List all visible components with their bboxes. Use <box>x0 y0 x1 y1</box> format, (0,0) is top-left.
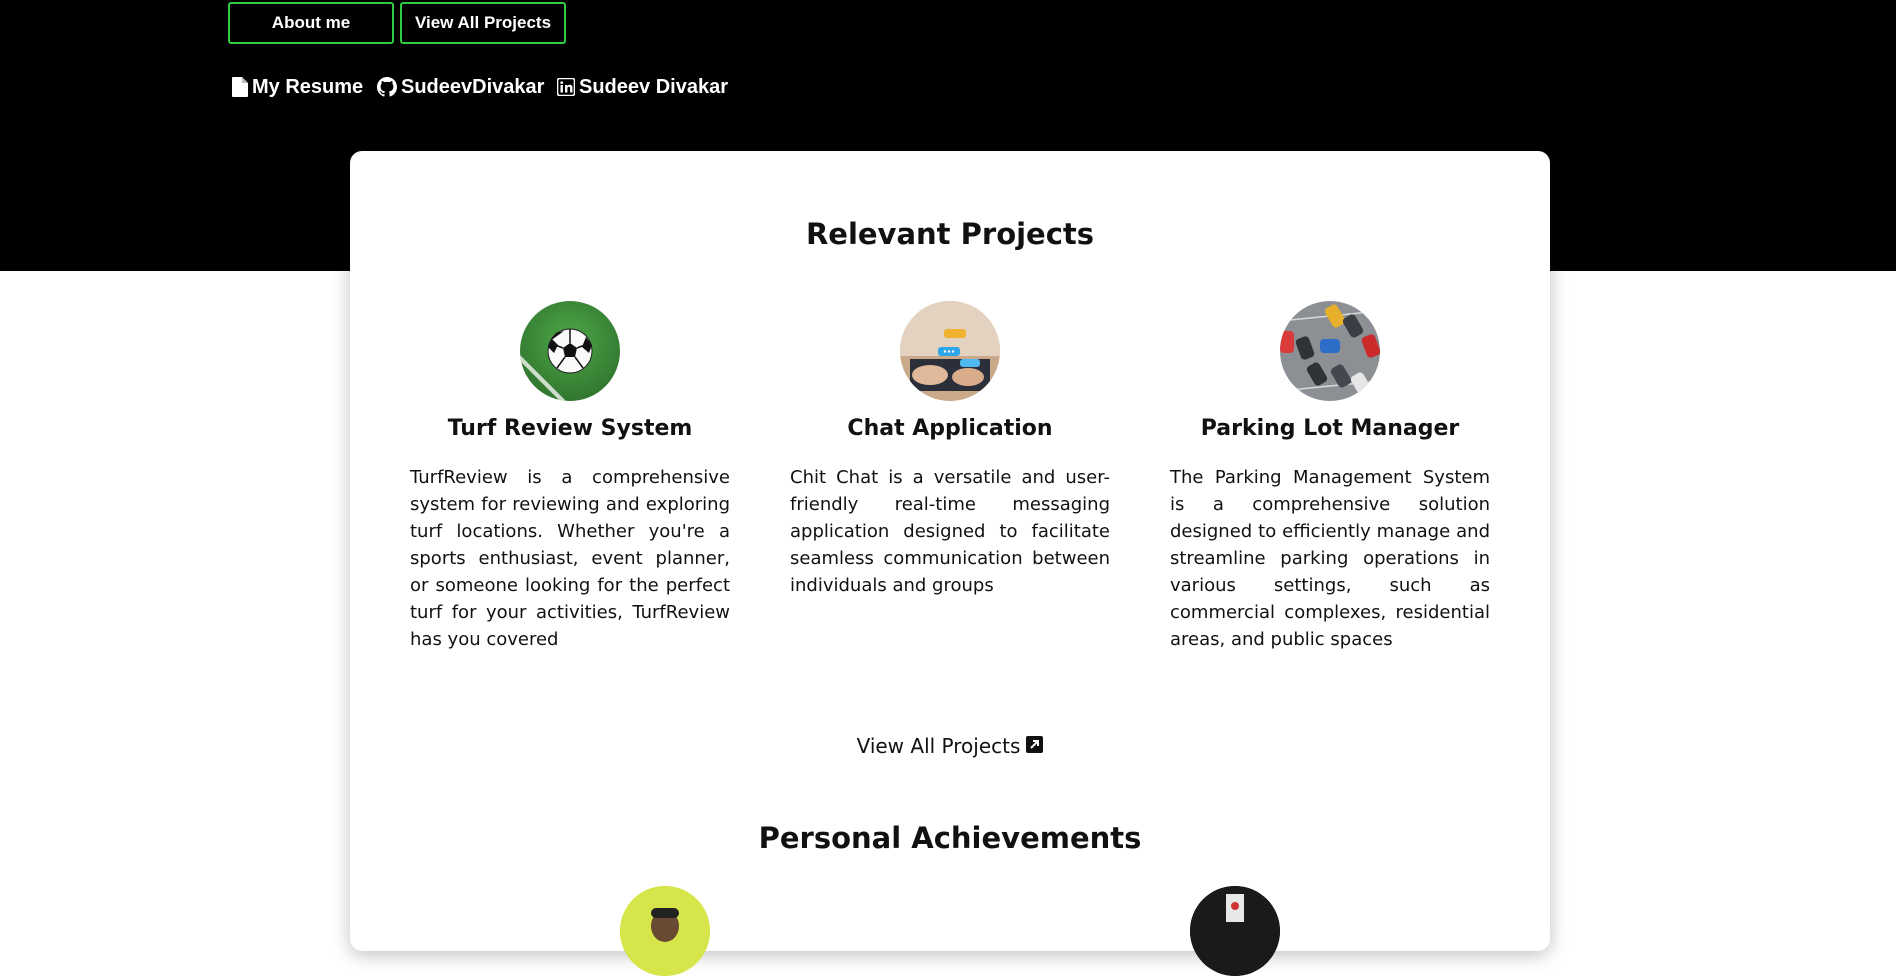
relevant-projects-title: Relevant Projects <box>805 217 1095 251</box>
linkedin-link[interactable]: Sudeev Divakar <box>557 74 728 100</box>
project-title: Chat Application <box>847 416 1053 441</box>
soccer-ball-icon <box>520 301 620 401</box>
project-description: The Parking Management System is a compr… <box>1170 467 1490 650</box>
achievement-image <box>620 886 710 976</box>
personal-achievements-title: Personal Achievements <box>758 821 1142 855</box>
document-icon <box>232 77 248 97</box>
project-title: Parking Lot Manager <box>1200 416 1460 441</box>
parking-lot-icon <box>1280 301 1380 401</box>
linkedin-link-label: Sudeev Divakar <box>579 75 728 98</box>
resume-link[interactable]: My Resume <box>232 74 363 100</box>
github-link-label: SudeevDivakar <box>401 75 545 98</box>
view-all-projects-link[interactable]: View All Projects <box>350 734 1550 758</box>
chat-laptop-icon <box>900 301 1000 401</box>
project-description: Chit Chat is a versatile and user-friend… <box>790 467 1110 596</box>
github-link[interactable]: SudeevDivakar <box>377 74 544 100</box>
achievement-image <box>1190 886 1280 976</box>
resume-link-label: My Resume <box>252 75 364 98</box>
project-title: Turf Review System <box>447 416 693 441</box>
external-link-icon <box>1026 734 1044 758</box>
linkedin-icon <box>557 78 575 96</box>
view-all-projects-label: View All Projects <box>856 734 1021 758</box>
content-card: Relevant Projects Turf Review System Tur… <box>350 151 1550 976</box>
github-icon <box>377 77 397 97</box>
project-description: TurfReview is a comprehensive system for… <box>410 467 730 650</box>
view-all-projects-button[interactable]: View All Projects <box>400 2 566 44</box>
about-me-button[interactable]: About me <box>228 2 394 44</box>
